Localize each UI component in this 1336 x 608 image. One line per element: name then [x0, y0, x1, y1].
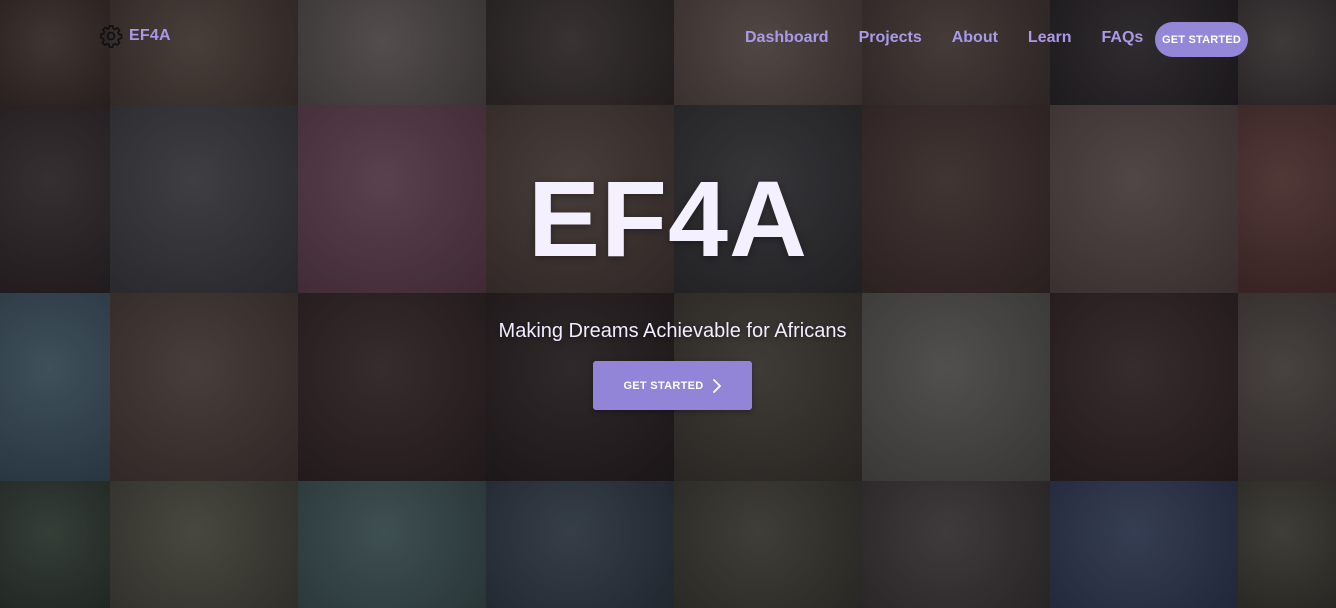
nav-projects[interactable]: Projects: [859, 29, 922, 47]
nav-get-started-button[interactable]: GET STARTED: [1155, 22, 1248, 57]
hero-get-started-button[interactable]: GET STARTED: [593, 361, 752, 410]
hero-title: EF4A: [527, 158, 809, 279]
nav-learn[interactable]: Learn: [1028, 29, 1072, 47]
brand-name: EF4A: [129, 27, 171, 44]
chevron-right-icon: [712, 378, 721, 393]
hero-subtitle: Making Dreams Achievable for Africans: [498, 320, 847, 342]
hero-cta-label: GET STARTED: [623, 379, 704, 392]
brand-logo[interactable]: EF4A: [99, 24, 171, 48]
nav-links: Dashboard Projects About Learn FAQs: [745, 29, 1173, 47]
nav-faqs[interactable]: FAQs: [1102, 29, 1144, 47]
gear-icon: [100, 25, 123, 48]
nav-dashboard[interactable]: Dashboard: [745, 29, 829, 47]
dark-overlay: [0, 0, 1336, 608]
top-navbar: EF4A Dashboard Projects About Learn FAQs…: [0, 0, 1336, 78]
nav-about[interactable]: About: [952, 29, 998, 47]
